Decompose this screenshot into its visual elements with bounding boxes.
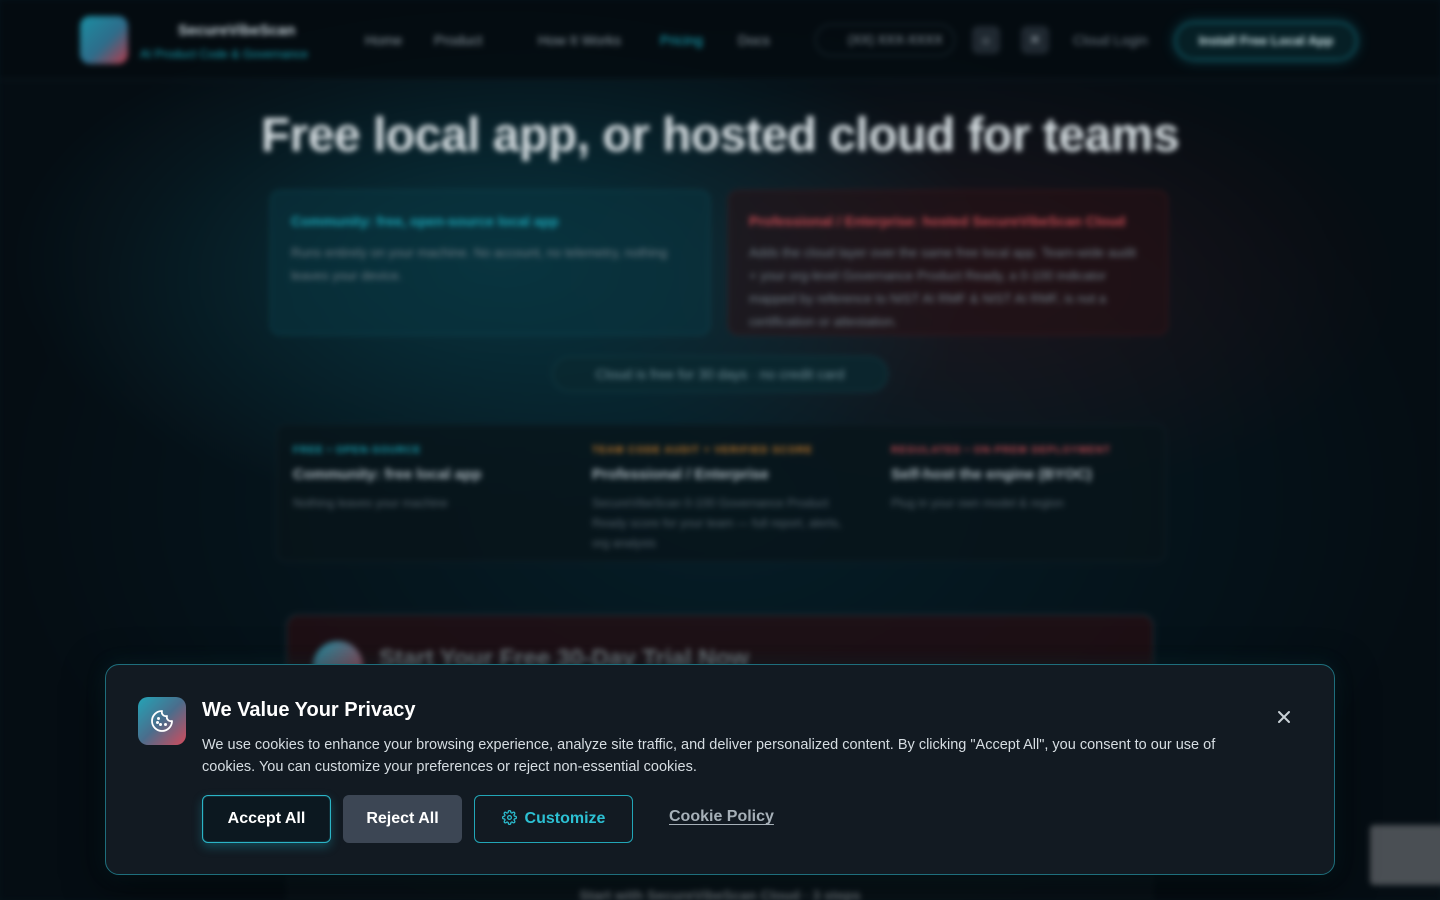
tier-desc: Nothing leaves your machine [293,496,448,510]
trial-pill: Cloud is free for 30 days · no credit ca… [552,356,888,392]
tier-self-host[interactable]: REGULATED • ON-PREM DEPLOYMENT Self-host… [891,445,1161,513]
theme-toggle-icon[interactable]: ☼ [972,26,1000,54]
steps-strip-text: Start with SecureVibeScan Cloud · 3 step… [579,887,861,900]
community-card: Community: free, open-source local app R… [270,190,710,335]
accept-all-button[interactable]: Accept All [202,795,331,843]
tier-desc: Plug in your own model & region [891,496,1064,510]
corner-widget[interactable] [1370,825,1440,885]
nav-cloud-login[interactable]: Cloud Login [1073,32,1148,48]
tier-name: Professional / Enterprise [592,466,769,483]
close-icon[interactable] [1272,705,1296,729]
nav-link-product[interactable]: Product [434,32,482,48]
brand-logo[interactable] [80,16,128,64]
nav-link-docs[interactable]: Docs [738,32,770,48]
tier-professional[interactable]: TEAM CODE AUDIT + VERIFIED SCORE Profess… [592,445,862,553]
tier-kicker: FREE • OPEN-SOURCE [293,445,422,456]
tier-comparison: FREE • OPEN-SOURCE Community: free local… [276,424,1166,562]
cookie-title: We Value Your Privacy [202,699,416,721]
top-navbar: SecureVibeScan AI Product Code & Governa… [0,0,1440,80]
community-card-text: Runs entirely on your machine. No accoun… [291,245,668,283]
gear-icon [501,810,517,825]
brand-tagline: AI Product Code & Governance [140,47,309,61]
tier-community[interactable]: FREE • OPEN-SOURCE Community: free local… [293,445,563,513]
cookie-description: We use cookies to enhance your browsing … [202,737,1216,775]
brand-name: SecureVibeScan [178,22,296,39]
professional-card-title: Professional / Enterprise: hosted Secure… [749,213,1126,229]
cookie-icon [138,697,186,745]
tier-name: Community: free local app [293,466,482,483]
tier-kicker: TEAM CODE AUDIT + VERIFIED SCORE [592,445,813,456]
customize-button[interactable]: Customize [474,795,633,843]
professional-card-text: Adds the cloud layer over the same free … [749,245,1137,329]
nav-link-pricing[interactable]: Pricing [660,32,703,48]
hero-title: Free local app, or hosted cloud for team… [260,109,1180,162]
nav-phone[interactable]: (XX) XXX-XXXX [815,24,955,56]
cookie-policy-link[interactable]: Cookie Policy [669,808,774,826]
reject-all-button[interactable]: Reject All [343,795,462,843]
install-app-button[interactable]: Install Free Local App [1175,22,1357,60]
community-card-title: Community: free, open-source local app [291,213,559,229]
nav-link-how-it-works[interactable]: How It Works [538,32,621,48]
tier-desc: SecureVibeScan 0-100 Governance Product … [592,496,842,550]
tier-name: Self-host the engine (BYOC) [891,466,1092,483]
x-social-icon[interactable]: ✕ [1021,26,1049,54]
customize-label: Customize [524,810,606,827]
cookie-consent-dialog: We Value Your Privacy We use cookies to … [105,664,1335,875]
tier-kicker: REGULATED • ON-PREM DEPLOYMENT [891,445,1111,456]
steps-strip: Start with SecureVibeScan Cloud · 3 step… [286,876,1154,900]
professional-card: Professional / Enterprise: hosted Secure… [728,190,1168,335]
nav-link-home[interactable]: Home [365,32,402,48]
